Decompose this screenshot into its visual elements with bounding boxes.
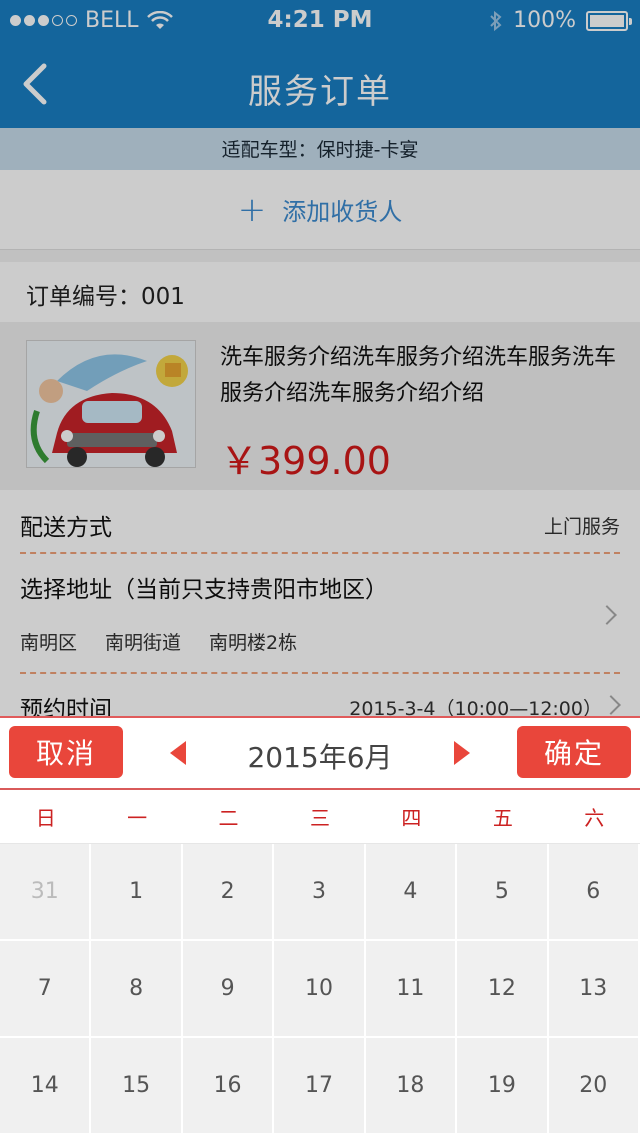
day-cell[interactable]: 31 [0, 844, 92, 941]
day-cell[interactable]: 11 [365, 941, 458, 1038]
weekday-header: 日一二三四五六 [0, 792, 640, 844]
weekday-label: 一 [127, 806, 148, 830]
day-cell[interactable]: 6 [548, 844, 640, 941]
day-cell[interactable]: 8 [91, 941, 183, 1038]
weekday-label: 四 [401, 806, 422, 830]
day-cell[interactable]: 2 [182, 844, 275, 941]
day-cell[interactable]: 16 [182, 1038, 275, 1135]
modal-overlay[interactable] [0, 0, 640, 716]
day-cell[interactable]: 4 [365, 844, 458, 941]
day-cell[interactable]: 13 [548, 941, 640, 1038]
day-cell[interactable]: 17 [274, 1038, 366, 1135]
day-cell[interactable]: 15 [91, 1038, 183, 1135]
day-cell[interactable]: 18 [365, 1038, 458, 1135]
picker-header: 取消 2015年6月 确定 [0, 718, 640, 790]
confirm-button[interactable]: 确定 [517, 726, 631, 778]
date-picker: 取消 2015年6月 确定 日一二三四五六 31 1 2 3 4 5 6 7 8 9 10 11 12 1… [0, 716, 640, 1136]
day-cell[interactable]: 12 [457, 941, 549, 1038]
day-cell[interactable]: 1 [91, 844, 183, 941]
day-cell[interactable]: 14 [0, 1038, 92, 1135]
weekday-label: 三 [309, 806, 330, 830]
weekday-label: 日 [35, 806, 56, 830]
day-cell[interactable]: 10 [274, 941, 366, 1038]
weekday-label: 五 [492, 806, 513, 830]
day-grid: 31 1 2 3 4 5 6 7 8 9 10 11 12 13 14 15 16 17 18 19 20 [0, 844, 640, 1135]
day-cell[interactable]: 9 [182, 941, 275, 1038]
day-cell[interactable]: 5 [457, 844, 549, 941]
weekday-label: 二 [218, 806, 239, 830]
day-cell[interactable]: 7 [0, 941, 92, 1038]
day-cell[interactable]: 3 [274, 844, 366, 941]
next-month-icon[interactable] [454, 741, 470, 765]
day-cell[interactable]: 20 [548, 1038, 640, 1135]
day-cell[interactable]: 19 [457, 1038, 549, 1135]
weekday-label: 六 [584, 806, 605, 830]
